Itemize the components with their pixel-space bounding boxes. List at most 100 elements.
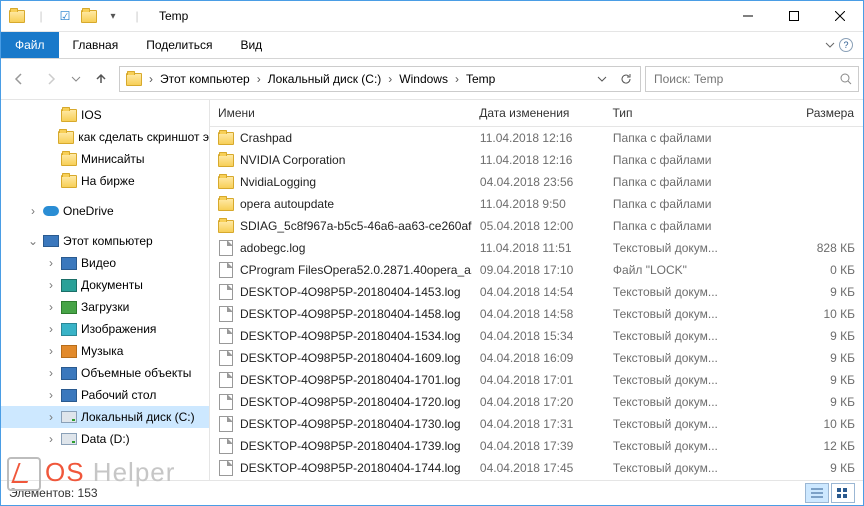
qat-divider: |: [127, 6, 147, 26]
maximize-button[interactable]: [771, 1, 817, 31]
column-headers: Имени Дата изменения Тип Размера: [210, 100, 863, 127]
search-box[interactable]: [645, 66, 859, 92]
cell-date: 04.04.2018 15:34: [472, 329, 605, 343]
file-row[interactable]: adobegc.log11.04.2018 11:51Текстовый док…: [210, 237, 863, 259]
col-date[interactable]: Дата изменения: [471, 106, 604, 120]
cell-size: 9 КБ: [748, 395, 863, 409]
blue-icon: [61, 365, 77, 381]
file-row[interactable]: DESKTOP-4O98P5P-20180404-1701.log04.04.2…: [210, 369, 863, 391]
cell-type: Текстовый докум...: [605, 307, 748, 321]
file-row[interactable]: Crashpad11.04.2018 12:16Папка с файлами: [210, 127, 863, 149]
expand-icon[interactable]: ›: [45, 322, 57, 336]
cell-name: DESKTOP-4O98P5P-20180404-1730.log: [210, 416, 472, 432]
ribbon-expand-icon[interactable]: ?: [814, 32, 863, 58]
file-row[interactable]: DESKTOP-4O98P5P-20180404-1534.log04.04.2…: [210, 325, 863, 347]
col-type[interactable]: Тип: [604, 106, 747, 120]
refresh-button[interactable]: [614, 67, 638, 91]
address-bar[interactable]: › Этот компьютер › Локальный диск (C:) ›…: [119, 66, 641, 92]
breadcrumb-segment[interactable]: Windows: [395, 67, 452, 91]
cell-size: 0 КБ: [748, 263, 863, 277]
file-row[interactable]: opera autoupdate11.04.2018 9:50Папка с ф…: [210, 193, 863, 215]
breadcrumb-segment[interactable]: Temp: [462, 67, 499, 91]
details-view-button[interactable]: [805, 483, 829, 503]
file-row[interactable]: NVIDIA Corporation11.04.2018 12:16Папка …: [210, 149, 863, 171]
address-dropdown-icon[interactable]: [590, 67, 614, 91]
file-row[interactable]: DESKTOP-4O98P5P-20180404-1739.log04.04.2…: [210, 435, 863, 457]
tab-home[interactable]: Главная: [59, 32, 133, 58]
tree-item[interactable]: Минисайты: [1, 148, 209, 170]
file-row[interactable]: DESKTOP-4O98P5P-20180404-1720.log04.04.2…: [210, 391, 863, 413]
expand-icon[interactable]: ›: [45, 344, 57, 358]
recent-dropdown-icon[interactable]: [69, 66, 83, 92]
chevron-right-icon[interactable]: ›: [385, 72, 395, 86]
back-button[interactable]: [5, 66, 33, 92]
qat-properties-icon[interactable]: ☑: [55, 6, 75, 26]
breadcrumb-segment[interactable]: Этот компьютер: [156, 67, 254, 91]
tree-item[interactable]: ›Видео: [1, 252, 209, 274]
tree-label: Рабочий стол: [81, 388, 156, 402]
expand-icon[interactable]: ›: [45, 366, 57, 380]
tree-item[interactable]: ›Загрузки: [1, 296, 209, 318]
expand-icon[interactable]: ›: [45, 256, 57, 270]
expand-icon[interactable]: ⌄: [27, 234, 39, 248]
tab-file[interactable]: Файл: [1, 32, 59, 58]
tab-share[interactable]: Поделиться: [132, 32, 226, 58]
file-row[interactable]: NvidiaLogging04.04.2018 23:56Папка с фай…: [210, 171, 863, 193]
expand-icon[interactable]: ›: [45, 278, 57, 292]
cell-name: DESKTOP-4O98P5P-20180404-1609.log: [210, 350, 472, 366]
tree-label: как сделать скриншот э: [78, 130, 209, 144]
tree-item[interactable]: ⌄Этот компьютер: [1, 230, 209, 252]
pc-icon: [43, 233, 59, 249]
file-row[interactable]: CProgram FilesOpera52.0.2871.40opera_a..…: [210, 259, 863, 281]
file-icon: [218, 284, 234, 300]
file-row[interactable]: SDIAG_5c8f967a-b5c5-46a6-aa63-ce260af...…: [210, 215, 863, 237]
chevron-right-icon[interactable]: ›: [452, 72, 462, 86]
tree-item[interactable]: › Рабочий стол: [1, 384, 209, 406]
cell-date: 04.04.2018 17:31: [472, 417, 605, 431]
file-row[interactable]: DESKTOP-4O98P5P-20180404-1744.log04.04.2…: [210, 457, 863, 479]
navigation-row: › Этот компьютер › Локальный диск (C:) ›…: [1, 59, 863, 99]
expand-icon[interactable]: ›: [45, 410, 57, 424]
icons-view-button[interactable]: [831, 483, 855, 503]
file-row[interactable]: DESKTOP-4O98P5P-20180404-1730.log04.04.2…: [210, 413, 863, 435]
expand-icon[interactable]: ›: [45, 300, 57, 314]
file-icon: [218, 416, 234, 432]
up-button[interactable]: [87, 66, 115, 92]
file-row[interactable]: DESKTOP-4O98P5P-20180404-1453.log04.04.2…: [210, 281, 863, 303]
cell-date: 11.04.2018 9:50: [472, 197, 605, 211]
tree-item[interactable]: ›Локальный диск (C:): [1, 406, 209, 428]
search-input[interactable]: [652, 71, 840, 87]
tree-item[interactable]: ›Документы: [1, 274, 209, 296]
expand-icon[interactable]: ›: [45, 432, 57, 446]
file-row[interactable]: DESKTOP-4O98P5P-20180404-1458.log04.04.2…: [210, 303, 863, 325]
breadcrumb-segment[interactable]: Локальный диск (C:): [264, 67, 386, 91]
tree-item[interactable]: ›Объемные объекты: [1, 362, 209, 384]
qat-overflow-icon[interactable]: ▾: [103, 6, 123, 26]
file-icon: [218, 438, 234, 454]
search-icon[interactable]: [840, 73, 852, 85]
chevron-right-icon[interactable]: ›: [254, 72, 264, 86]
tree-item[interactable]: ›OneDrive: [1, 200, 209, 222]
expand-icon[interactable]: ›: [27, 204, 39, 218]
explorer-window: | ☑ ▾ | Temp Файл Главная Поделиться Вид…: [0, 0, 864, 506]
tree-item[interactable]: IOS: [1, 104, 209, 126]
close-button[interactable]: [817, 1, 863, 31]
file-row[interactable]: DESKTOP-4O98P5P-20180404-1609.log04.04.2…: [210, 347, 863, 369]
file-list: Имени Дата изменения Тип Размера Crashpa…: [210, 100, 863, 480]
file-icon: [218, 328, 234, 344]
cell-date: 04.04.2018 14:54: [472, 285, 605, 299]
tree-item[interactable]: как сделать скриншот э: [1, 126, 209, 148]
tab-view[interactable]: Вид: [226, 32, 276, 58]
forward-button[interactable]: [37, 66, 65, 92]
tree-item[interactable]: ›Музыка: [1, 340, 209, 362]
minimize-button[interactable]: [725, 1, 771, 31]
cell-type: Текстовый докум...: [605, 329, 748, 343]
tree-item[interactable]: ›Data (D:): [1, 428, 209, 450]
tree-item[interactable]: ›Изображения: [1, 318, 209, 340]
tree-item[interactable]: На бирже: [1, 170, 209, 192]
col-name[interactable]: Имени: [210, 106, 471, 120]
chevron-right-icon[interactable]: ›: [146, 72, 156, 86]
expand-icon[interactable]: ›: [45, 388, 57, 402]
col-size[interactable]: Размера: [748, 106, 863, 120]
folder-icon[interactable]: [79, 6, 99, 26]
